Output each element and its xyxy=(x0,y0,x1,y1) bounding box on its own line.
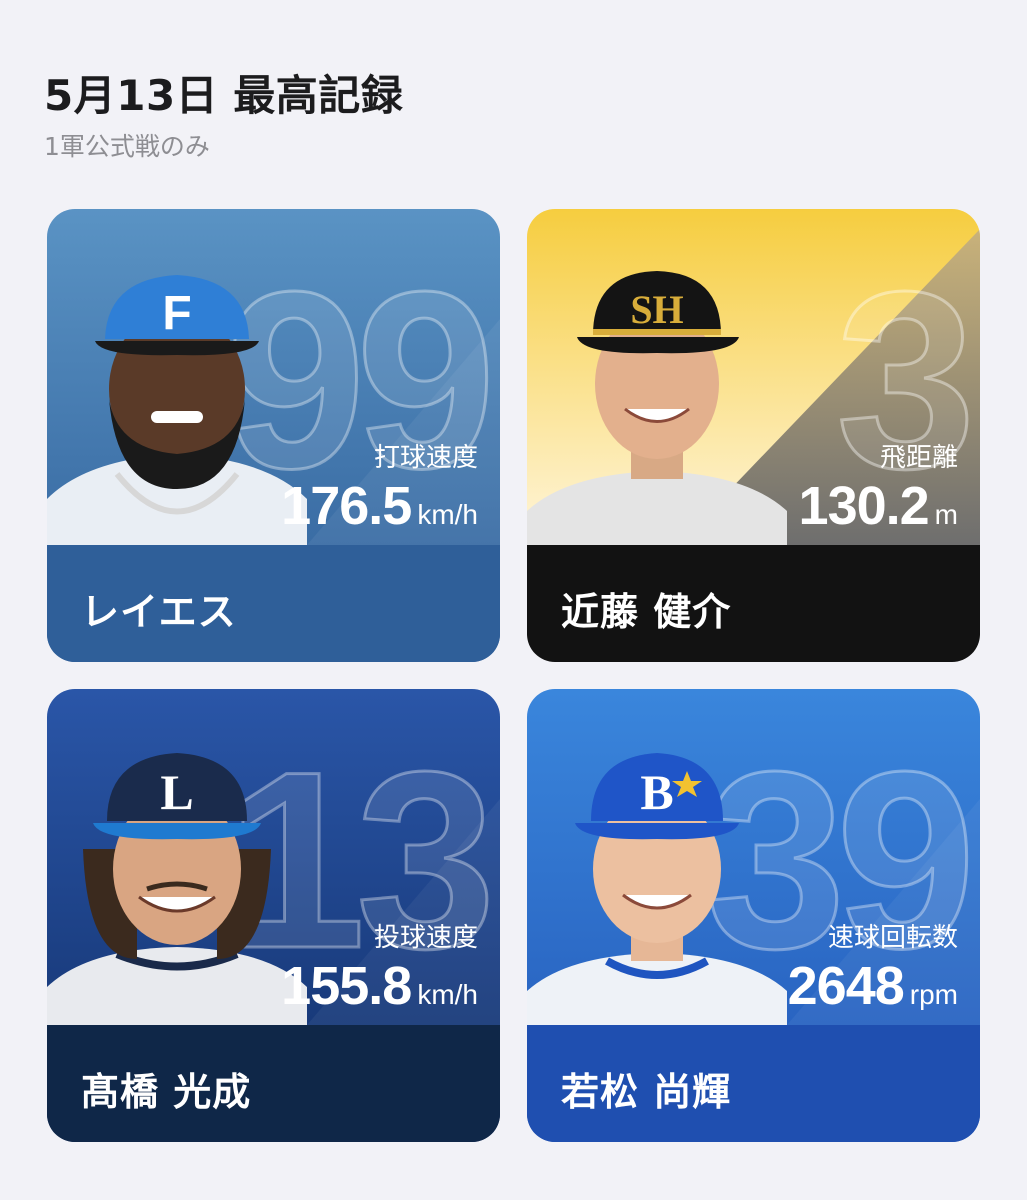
cap-logo-text: SH xyxy=(630,287,683,332)
name-band: 若松 尚輝 xyxy=(527,1025,980,1142)
cap-logo-text: L xyxy=(160,764,193,820)
player-name: 髙橋 光成 xyxy=(81,1070,252,1114)
player-name: 近藤 健介 xyxy=(561,590,732,634)
stat-row: 2648 rpm xyxy=(788,955,958,1017)
stat-value: 176.5 xyxy=(281,476,412,536)
player-card-takahashi[interactable]: 13 L 投球速度 155.8 km/h 髙橋 光成 xyxy=(47,689,500,1142)
player-card-wakamatsu[interactable]: 39 B 速球回転数 2648 rpm 若松 尚輝 xyxy=(527,689,980,1142)
stat-unit: km/h xyxy=(417,499,478,530)
player-photo: SH xyxy=(527,249,787,545)
cap-logo-text: B xyxy=(640,764,673,820)
player-name: レイエス xyxy=(81,590,237,634)
stat-label: 飛距離 xyxy=(879,443,958,473)
player-photo: F xyxy=(47,249,307,545)
name-band: 近藤 健介 xyxy=(527,545,980,662)
player-name: 若松 尚輝 xyxy=(561,1070,732,1114)
stat-row: 155.8 km/h xyxy=(281,955,478,1017)
name-band: レイエス xyxy=(47,545,500,662)
stat-value: 155.8 xyxy=(281,956,412,1016)
stat-value: 2648 xyxy=(787,956,905,1016)
player-card-kondo[interactable]: 3 SH 飛距離 130.2 m 近藤 健介 xyxy=(527,209,980,662)
page-title: 5月13日 最高記録 xyxy=(44,71,404,120)
name-band: 髙橋 光成 xyxy=(47,1025,500,1142)
stat-label: 投球速度 xyxy=(373,923,478,953)
stat-label: 速球回転数 xyxy=(827,923,958,953)
stat-label: 打球速度 xyxy=(373,443,478,473)
header: 5月13日 最高記録 1軍公式戦のみ xyxy=(44,68,403,164)
page-subtitle: 1軍公式戦のみ xyxy=(44,132,210,161)
cap-logo-text: F xyxy=(162,287,191,340)
stat-unit: m xyxy=(934,499,958,530)
stat-unit: rpm xyxy=(909,979,958,1010)
stat-row: 130.2 m xyxy=(799,475,958,537)
stat-row: 176.5 km/h xyxy=(281,475,478,537)
player-photo: B xyxy=(527,729,787,1025)
player-card-reyes[interactable]: 99 F 打球速度 176.5 km/h レイエス xyxy=(47,209,500,662)
stat-unit: km/h xyxy=(417,979,478,1010)
player-photo: L xyxy=(47,729,307,1025)
stat-value: 130.2 xyxy=(798,476,930,536)
